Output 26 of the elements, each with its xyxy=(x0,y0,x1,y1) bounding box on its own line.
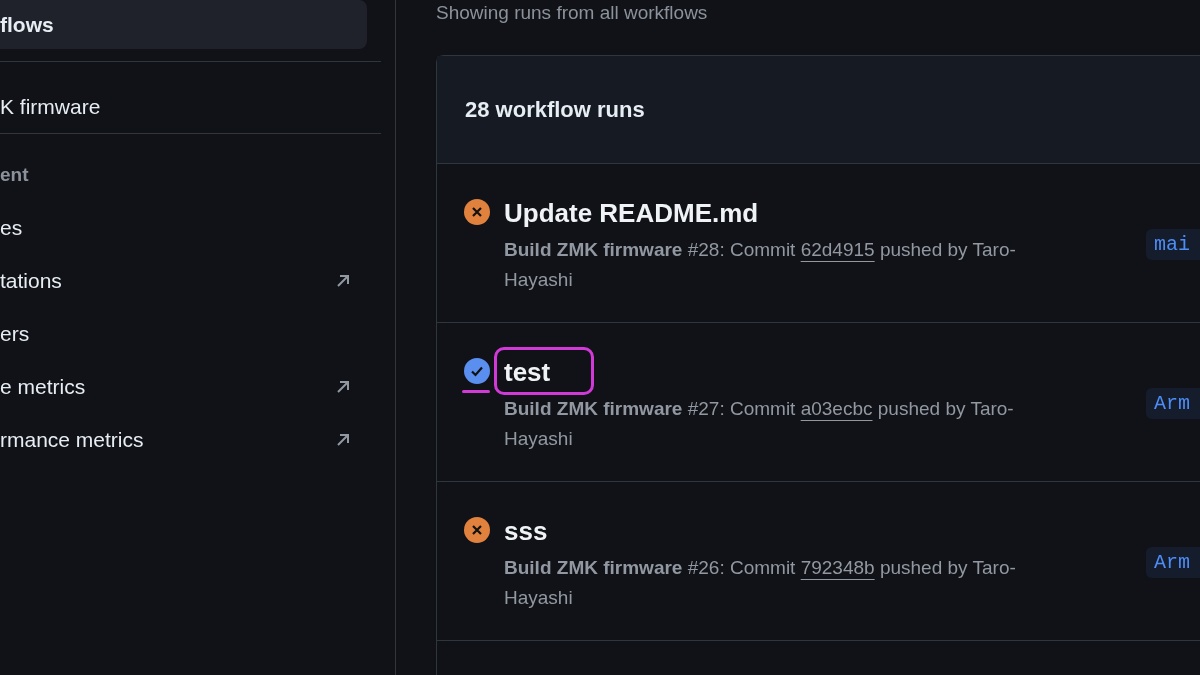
sidebar-item[interactable]: rmance metrics xyxy=(0,413,381,466)
success-icon xyxy=(464,358,490,384)
section-heading: ent xyxy=(0,162,30,187)
sidebar-item[interactable]: e metrics xyxy=(0,360,381,413)
failure-icon xyxy=(464,517,490,543)
run-description: Build ZMK firmware #26: Commit 792348b pushed by Taro-Hayashi xyxy=(504,556,1017,610)
runs-count: 28 workflow runs xyxy=(465,96,645,123)
commit-link[interactable]: 792348b xyxy=(800,557,875,578)
run-title[interactable]: sss xyxy=(504,516,1104,546)
annotation-underline xyxy=(462,390,490,393)
run-description: Build ZMK firmware #28: Commit 62d4915 pushed by Taro-Hayashi xyxy=(504,238,1017,292)
failure-icon xyxy=(464,199,490,225)
branch-label[interactable]: Arm xyxy=(1146,388,1200,419)
page-subtitle: Showing runs from all workflows xyxy=(436,2,709,25)
sidebar-item[interactable]: ers xyxy=(0,307,381,360)
branch-label[interactable]: Arm xyxy=(1146,547,1200,578)
commit-link[interactable]: a03ecbc xyxy=(800,398,873,419)
sidebar-item[interactable]: es xyxy=(0,201,381,254)
sidebar-item[interactable]: flows xyxy=(0,0,367,49)
branch-label[interactable]: mai xyxy=(1146,229,1200,260)
run-title[interactable]: Update README.md xyxy=(504,198,1104,228)
sidebar-item[interactable]: K firmware xyxy=(0,80,381,133)
run-title[interactable]: test xyxy=(504,357,1104,387)
commit-link[interactable]: 62d4915 xyxy=(800,239,875,260)
sidebar-item[interactable]: tations xyxy=(0,254,381,307)
run-description: Build ZMK firmware #27: Commit a03ecbc pushed by Taro-Hayashi xyxy=(504,397,1015,451)
